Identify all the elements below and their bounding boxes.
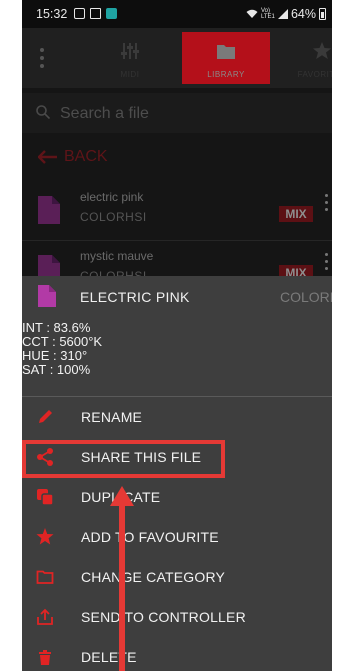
info-sat: SAT : 100% [22,362,91,377]
menu-label: ADD TO FAVOURITE [81,529,219,545]
tab-midi[interactable]: MIDI [86,32,174,84]
app-notification-icon [106,8,117,19]
menu-label: RENAME [81,409,143,425]
tab-midi-label: MIDI [120,70,140,79]
sheet-file-category: COLORHSI [280,289,332,305]
status-right: Vo) LTE1 64% [246,7,326,21]
menu-label: CHANGE CATEGORY [81,569,226,585]
top-nav: MIDI LIBRARY FAVORITES [22,28,332,88]
folder-outline-icon [36,570,54,584]
annotation-arrow [119,500,125,671]
menu-label: SEND TO CONTROLLER [81,609,246,625]
battery-percent: 64% [290,7,316,21]
file-row[interactable]: electric pink COLORHSI MIX [22,182,332,240]
menu-rename[interactable]: RENAME [22,400,332,434]
gallery-notification-icon [74,8,85,19]
status-time: 15:32 [36,7,68,21]
arrow-left-icon [38,150,57,164]
info-int: INT : 83.6% [22,320,91,335]
star-icon [36,528,54,545]
menu-add-favourite[interactable]: ADD TO FAVOURITE [22,520,332,554]
sheet-file-title: ELECTRIC PINK [80,289,190,305]
folder-icon [217,45,235,59]
sheet-header: ELECTRIC PINK COLORHSI [22,276,332,316]
wifi-icon [246,9,258,18]
search-input[interactable] [60,103,320,125]
highlight-box [22,440,225,478]
more-options-icon[interactable] [325,194,328,211]
app-screen: 15:32 Vo) LTE1 64% MIDI LIBRARY FAVORI S… [22,0,332,671]
sheet-divider [22,396,332,397]
signal-icon [277,9,288,19]
back-button[interactable]: BACK [38,145,108,169]
search-bar [22,93,332,133]
upload-icon [37,608,53,625]
notification-icons [74,8,117,19]
menu-duplicate[interactable]: DUPLICATE [22,480,332,514]
file-icon [38,196,60,224]
sliders-icon [121,43,139,59]
status-bar: 15:32 Vo) LTE1 64% [22,0,332,28]
menu-send-controller[interactable]: SEND TO CONTROLLER [22,600,332,634]
tab-favorites[interactable]: FAVORITES [278,32,332,84]
battery-icon [319,8,326,20]
pencil-icon [39,410,52,423]
mix-badge[interactable]: MIX [279,206,313,222]
tab-library[interactable]: LIBRARY [182,32,270,84]
file-name: mystic mauve [80,249,154,263]
menu-label: DELETE [81,649,137,665]
file-name: electric pink [80,190,144,204]
overflow-menu-icon[interactable] [32,44,52,72]
trash-icon [39,650,51,665]
tab-library-label: LIBRARY [207,70,245,79]
file-icon [38,285,56,307]
star-icon [313,42,331,59]
file-info: INT : 83.6% CCT : 5600°K HUE : 310° SAT … [22,321,332,377]
info-cct: CCT : 5600°K [22,334,103,349]
network-label: Vo) LTE1 [260,8,275,20]
info-hue: HUE : 310° [22,348,88,363]
file-category: COLORHSI [80,210,147,224]
menu-change-category[interactable]: CHANGE CATEGORY [22,560,332,594]
search-icon [36,105,50,119]
tab-favorites-label: FAVORITES [297,70,332,79]
media-notification-icon [90,8,101,19]
more-options-icon[interactable] [325,253,328,270]
duplicate-icon [37,489,54,506]
menu-delete[interactable]: DELETE [22,640,332,671]
back-label: BACK [64,148,108,165]
